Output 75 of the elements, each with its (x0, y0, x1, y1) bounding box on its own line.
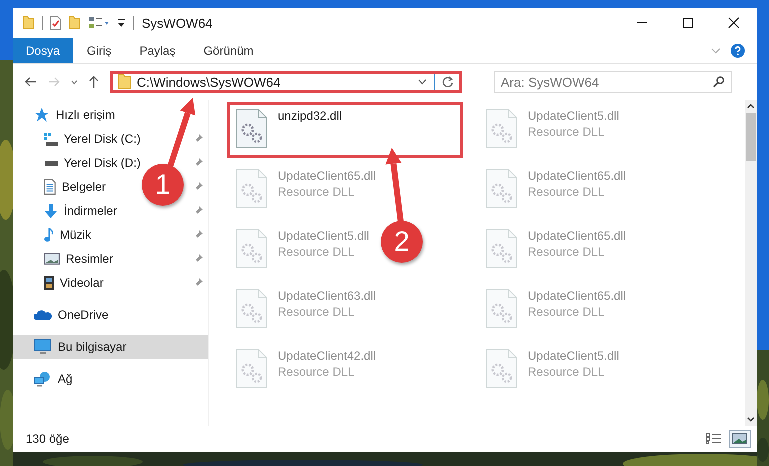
refresh-icon[interactable] (442, 76, 454, 88)
list-icon (706, 433, 722, 445)
pin-icon[interactable] (194, 278, 203, 288)
pin-icon[interactable] (194, 134, 203, 144)
file-type: Resource DLL (278, 245, 356, 259)
scroll-up-icon[interactable] (747, 103, 755, 109)
scrollbar[interactable] (745, 100, 757, 426)
sidebar-item[interactable]: Hızlı erişim (13, 103, 208, 127)
search-icon (713, 76, 725, 88)
sidebar-item[interactable]: Videolar (44, 276, 104, 290)
monitor-icon (34, 339, 52, 355)
sidebar-item[interactable]: Belgeler (44, 179, 106, 195)
file-type: Resource DLL (528, 125, 606, 139)
download-icon (44, 204, 58, 218)
sidebar-item[interactable]: Müzik (44, 228, 92, 242)
help-icon[interactable] (731, 44, 745, 58)
file-name[interactable]: unzipd32.dll (278, 109, 342, 123)
dropdown-icon[interactable] (418, 79, 427, 85)
search-field[interactable]: Ara: SysWOW64 (494, 71, 732, 93)
customize-icon[interactable] (117, 18, 126, 28)
file-type: Resource DLL (278, 365, 356, 379)
file-item[interactable]: unzipd32.dll (227, 102, 463, 158)
sidebar-item[interactable]: Yerel Disk (C:) (44, 132, 141, 146)
close-icon (728, 17, 740, 29)
ribbon-tab[interactable]: Paylaş (126, 38, 190, 63)
file-type: Resource DLL (278, 185, 356, 199)
view-dropdown-icon[interactable] (88, 16, 110, 30)
address-field[interactable]: C:\Windows\SysWOW64 (110, 71, 462, 93)
film-icon (44, 276, 54, 290)
sidebar-item[interactable]: Resimler (44, 252, 114, 266)
music-note-icon (44, 228, 54, 242)
pin-icon[interactable] (194, 230, 203, 240)
minimize-icon (636, 22, 648, 24)
gear-file-icon[interactable] (236, 109, 268, 149)
up-icon[interactable] (89, 76, 99, 88)
back-icon[interactable] (25, 77, 37, 87)
cloud-icon (34, 310, 52, 320)
pin-icon[interactable] (194, 158, 203, 168)
file-type: Resource DLL (528, 245, 606, 259)
drive-icon (44, 132, 58, 146)
document-icon (44, 179, 56, 195)
file-type: Resource DLL (528, 365, 606, 379)
annotation-arrow (167, 98, 196, 169)
pin-icon[interactable] (194, 182, 203, 192)
network-icon (34, 371, 52, 387)
folder-icon[interactable] (69, 16, 81, 30)
file-type: Resource DLL (528, 185, 606, 199)
window-title: SysWOW64 (142, 16, 213, 30)
sidebar-item[interactable]: Bu bilgisayar (13, 335, 208, 359)
maximize-icon (682, 17, 694, 29)
ribbon-tab[interactable]: Giriş (73, 38, 126, 63)
sidebar-item[interactable]: İndirmeler (44, 204, 118, 218)
pin-icon[interactable] (194, 254, 203, 264)
ribbon-tab[interactable]: Görünüm (190, 38, 268, 63)
forward-icon[interactable] (48, 77, 60, 87)
drive-icon (44, 160, 58, 166)
properties-icon[interactable] (50, 16, 62, 30)
recent-dropdown-icon[interactable] (71, 80, 78, 84)
pin-icon[interactable] (194, 206, 203, 216)
picture-icon (44, 253, 60, 265)
large-icons-view-button[interactable] (729, 430, 751, 448)
sidebar-item[interactable]: Yerel Disk (D:) (44, 156, 141, 170)
folder-icon (118, 74, 132, 90)
item-count: 130 öğe (26, 432, 70, 446)
file-type: Resource DLL (278, 305, 356, 319)
expand-ribbon-icon[interactable] (711, 48, 721, 54)
folder-icon[interactable] (23, 16, 35, 30)
image-icon (732, 433, 748, 445)
sidebar-item[interactable]: Ağ (13, 367, 208, 391)
scroll-thumb[interactable] (746, 113, 756, 161)
ribbon-tab[interactable]: Dosya (13, 38, 74, 63)
file-type: Resource DLL (528, 305, 606, 319)
sidebar-item[interactable]: OneDrive (13, 303, 208, 327)
star-icon (34, 107, 50, 123)
scroll-down-icon[interactable] (747, 417, 755, 423)
